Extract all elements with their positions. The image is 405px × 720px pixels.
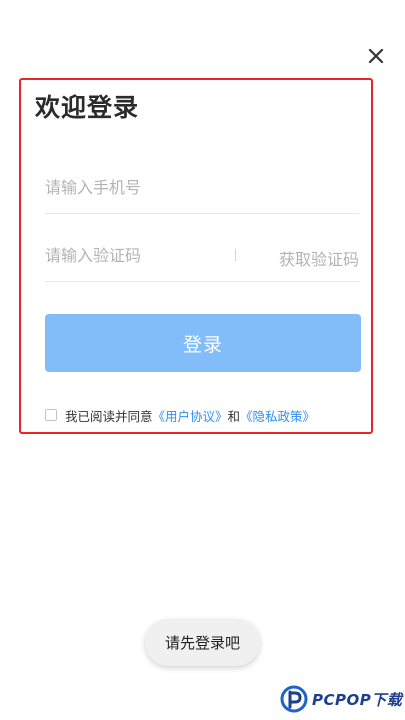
phone-field-row xyxy=(45,156,359,214)
watermark: PCPOP下载 xyxy=(280,682,402,716)
page-title: 欢迎登录 xyxy=(35,93,140,122)
agreement-prefix: 我已阅读并同意 xyxy=(65,408,153,424)
user-agreement-link[interactable]: 《用户协议》 xyxy=(153,406,228,425)
watermark-text: PCPOP下载 xyxy=(312,690,403,709)
code-field-row: 获取验证码 xyxy=(45,224,359,282)
close-icon xyxy=(368,48,384,64)
pcpop-logo-icon xyxy=(280,685,308,713)
close-button[interactable] xyxy=(364,44,388,68)
verification-code-input[interactable] xyxy=(45,238,225,272)
field-divider xyxy=(235,249,236,261)
phone-input[interactable] xyxy=(45,170,345,204)
get-code-button[interactable]: 获取验证码 xyxy=(279,246,359,270)
toast-message: 请先登录吧 xyxy=(145,619,260,666)
agreement-row: 我已阅读并同意 《用户协议》 和 《隐私政策》 xyxy=(45,406,315,424)
agreement-and: 和 xyxy=(227,408,241,424)
login-form: 欢迎登录 获取验证码 登录 我已阅读并同意 《用户协议》 和 《隐私政策》 xyxy=(19,78,373,434)
privacy-policy-link[interactable]: 《隐私政策》 xyxy=(240,406,315,425)
login-button[interactable]: 登录 xyxy=(45,314,361,372)
agreement-checkbox[interactable] xyxy=(45,409,57,421)
